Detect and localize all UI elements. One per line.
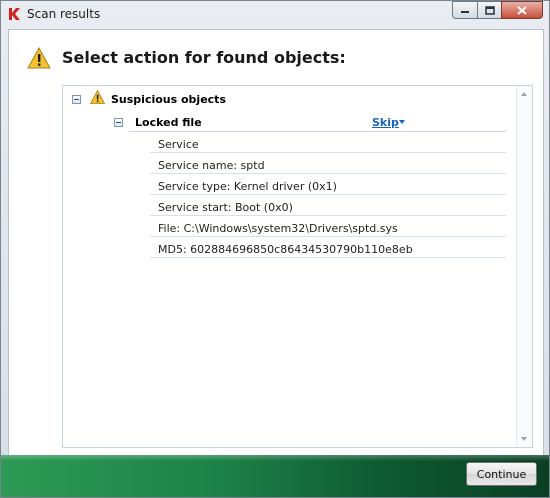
minimize-button[interactable] (452, 1, 478, 19)
detail-row: Service type: Kernel driver (0x1) (150, 174, 506, 195)
found-objects-list: Suspicious objects Locked file Skip Serv… (62, 85, 533, 448)
kaspersky-logo-icon (9, 8, 20, 20)
scroll-up-icon[interactable] (521, 92, 527, 96)
object-details: Service Service name: sptd Service type:… (150, 132, 506, 258)
detail-row: Service start: Boot (0x0) (150, 195, 506, 216)
maximize-icon (484, 5, 495, 15)
warning-icon (90, 90, 105, 104)
detail-row: Service name: sptd (150, 153, 506, 174)
page-title: Select action for found objects: (62, 48, 346, 67)
detail-row: File: C:\Windows\system32\Drivers\sptd.s… (150, 216, 506, 237)
object-label-locked-file: Locked file (135, 116, 202, 129)
title-bar[interactable]: Scan results (1, 1, 549, 28)
minimize-icon (461, 11, 469, 13)
continue-button[interactable]: Continue (466, 462, 537, 486)
window-title: Scan results (27, 7, 101, 21)
scroll-down-icon[interactable] (521, 437, 527, 441)
maximize-button[interactable] (477, 1, 502, 19)
group-label-suspicious-objects: Suspicious objects (111, 93, 226, 106)
scan-results-window: Scan results Select action for found obj… (0, 0, 550, 498)
detail-row: MD5: 602884696850c86434530790b110e8eb (150, 237, 506, 258)
footer-bar: Continue (1, 455, 549, 497)
dialog-content: Select action for found objects: Suspici… (8, 29, 544, 456)
action-dropdown-skip[interactable]: Skip (372, 116, 399, 129)
vertical-scrollbar[interactable] (516, 86, 532, 447)
warning-icon (27, 47, 51, 69)
close-button[interactable] (501, 1, 543, 19)
chevron-down-icon[interactable] (399, 120, 405, 124)
close-icon (517, 5, 527, 15)
collapse-group-toggle[interactable] (72, 95, 81, 104)
detail-row: Service (150, 132, 506, 153)
collapse-item-toggle[interactable] (114, 118, 123, 127)
